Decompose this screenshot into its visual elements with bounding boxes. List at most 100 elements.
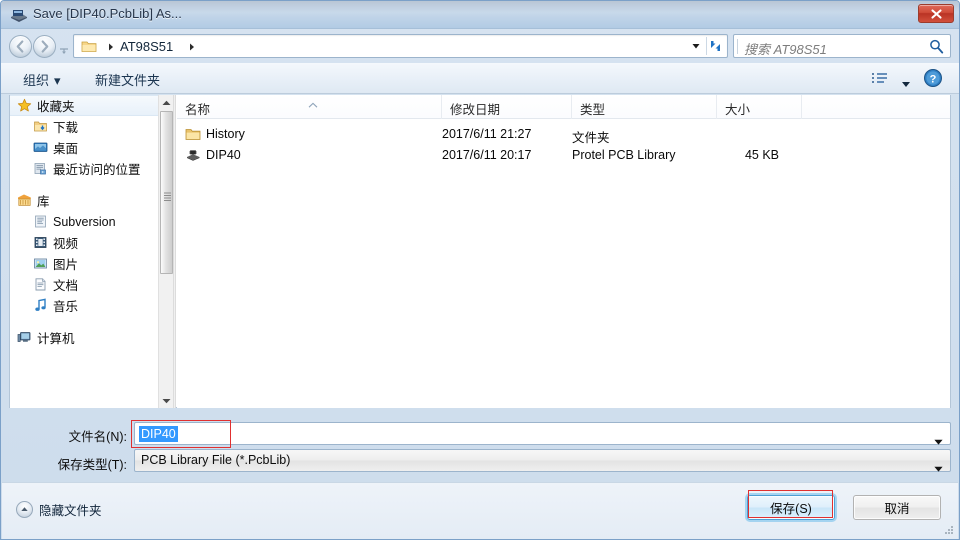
scrollbar-thumb[interactable]	[160, 111, 173, 274]
filename-value[interactable]: DIP40	[139, 426, 178, 442]
computer-icon	[16, 330, 33, 346]
sidebar-item-label: 图片	[53, 258, 79, 272]
file-date: 2017/6/11 21:27	[442, 127, 532, 141]
sidebar-item-label: 下载	[53, 121, 79, 135]
sidebar-item-downloads[interactable]: 下载	[10, 116, 158, 137]
sidebar-item-videos[interactable]: 视频	[10, 232, 158, 253]
dialog-footer: 隐藏文件夹 保存(S) 取消	[2, 482, 958, 539]
navigation-pane: 收藏夹 下载 桌面 最近访问的位置 库 Subversion 视频 图片 文档 …	[10, 95, 173, 408]
pcblib-save-icon	[10, 7, 28, 23]
breadcrumb-separator-icon	[106, 40, 116, 52]
organize-button[interactable]: 组织 ▾	[19, 68, 67, 89]
sidebar-item-computer[interactable]: 计算机	[10, 327, 158, 348]
chevron-down-icon[interactable]	[934, 432, 943, 445]
scroll-down-icon[interactable]	[159, 393, 173, 408]
breadcrumb[interactable]: AT98S51	[120, 39, 173, 54]
back-button[interactable]	[9, 35, 32, 58]
library-icon	[16, 193, 33, 209]
browser-body: 收藏夹 下载 桌面 最近访问的位置 库 Subversion 视频 图片 文档 …	[9, 95, 951, 408]
file-name: DIP40	[206, 148, 241, 162]
sidebar-item-label: Subversion	[53, 214, 116, 229]
chevron-down-icon[interactable]	[934, 459, 943, 472]
chevron-down-icon: ▾	[54, 73, 61, 88]
file-date: 2017/6/11 20:17	[442, 148, 532, 162]
address-bar[interactable]: AT98S51	[73, 34, 728, 58]
save-button[interactable]: 保存(S)	[747, 495, 835, 520]
title-bar: Save [DIP40.PcbLib] As...	[1, 1, 959, 29]
list-view-icon[interactable]	[869, 69, 893, 89]
column-header-date[interactable]: 修改日期	[442, 95, 572, 119]
search-box[interactable]: 搜索 AT98S51	[733, 34, 951, 58]
file-size: 45 KB	[744, 148, 779, 162]
table-row[interactable]: DIP40 2017/6/11 20:17 Protel PCB Library…	[177, 146, 950, 167]
column-header-row: 名称 修改日期 类型 大小	[177, 95, 950, 119]
column-header-size[interactable]: 大小	[717, 95, 802, 119]
address-dropdown-button[interactable]	[687, 35, 705, 57]
help-icon[interactable]: ?	[923, 68, 943, 88]
column-header-empty	[802, 95, 950, 119]
folder-icon	[185, 127, 201, 143]
search-icon[interactable]	[928, 38, 945, 60]
scroll-up-icon[interactable]	[159, 95, 173, 110]
filetype-value: PCB Library File (*.PcbLib)	[141, 453, 291, 467]
downloads-icon	[32, 119, 49, 135]
svg-text:?: ?	[930, 74, 937, 86]
file-type: Protel PCB Library	[572, 148, 676, 162]
filename-label: 文件名(N):	[68, 430, 127, 444]
command-bar: 组织 ▾ 新建文件夹 ?	[1, 63, 959, 94]
sidebar-scrollbar[interactable]	[158, 95, 173, 408]
sidebar-item-favorites[interactable]: 收藏夹	[10, 95, 158, 116]
refresh-button[interactable]	[706, 37, 725, 55]
resize-grip-icon[interactable]	[942, 524, 955, 537]
desktop-icon	[32, 140, 49, 156]
sidebar-item-subversion[interactable]: Subversion	[10, 211, 158, 232]
sidebar-item-label: 最近访问的位置	[53, 163, 141, 177]
file-name: History	[206, 127, 245, 141]
column-header-type[interactable]: 类型	[572, 95, 717, 119]
sidebar-item-label: 库	[37, 195, 50, 209]
scrollbar-grip	[164, 188, 171, 201]
forward-button[interactable]	[33, 35, 56, 58]
sidebar-item-music[interactable]: 音乐	[10, 295, 158, 316]
new-folder-button[interactable]: 新建文件夹	[89, 68, 166, 89]
chevron-up-circle-icon	[16, 500, 33, 518]
sidebar-item-label: 收藏夹	[37, 100, 75, 114]
organize-label: 组织	[23, 73, 50, 88]
filetype-select[interactable]: PCB Library File (*.PcbLib)	[134, 449, 951, 472]
sidebar-item-recent-places[interactable]: 最近访问的位置	[10, 158, 158, 179]
sidebar-item-label: 计算机	[37, 332, 75, 346]
subversion-icon	[32, 214, 49, 230]
pane-splitter[interactable]	[173, 95, 176, 408]
sidebar-item-label: 桌面	[53, 142, 79, 156]
pictures-icon	[32, 256, 49, 272]
file-list-pane: 名称 修改日期 类型 大小 History 2017/6/11 21:27 文件…	[177, 95, 950, 408]
cancel-button[interactable]: 取消	[853, 495, 941, 520]
music-icon	[32, 298, 49, 314]
sidebar-item-documents[interactable]: 文档	[10, 274, 158, 295]
sidebar-item-libraries[interactable]: 库	[10, 190, 158, 211]
chevron-down-icon[interactable]	[901, 75, 911, 87]
close-button[interactable]	[918, 4, 954, 23]
star-icon	[16, 98, 33, 114]
sidebar-item-label: 音乐	[53, 300, 79, 314]
filetype-label: 保存类型(T):	[57, 458, 127, 472]
navigation-bar: AT98S51 搜索 AT98S51	[1, 30, 959, 63]
sort-ascending-icon	[307, 96, 319, 108]
folder-icon	[81, 39, 97, 58]
new-folder-label: 新建文件夹	[95, 73, 161, 88]
window-title: Save [DIP40.PcbLib] As...	[33, 6, 182, 21]
save-as-dialog: Save [DIP40.PcbLib] As... AT98S51 搜索 AT9…	[0, 0, 960, 540]
search-input[interactable]: 搜索 AT98S51	[744, 39, 827, 58]
breadcrumb-separator-icon[interactable]	[187, 40, 197, 52]
sidebar-item-pictures[interactable]: 图片	[10, 253, 158, 274]
hide-folders-button[interactable]: 隐藏文件夹	[16, 499, 102, 519]
file-type: 文件夹	[572, 131, 610, 145]
recent-locations-button[interactable]	[59, 42, 69, 54]
hide-folders-label: 隐藏文件夹	[39, 503, 102, 518]
table-row[interactable]: History 2017/6/11 21:27 文件夹	[177, 125, 950, 146]
filename-input[interactable]: DIP40	[134, 422, 951, 445]
sidebar-item-desktop[interactable]: 桌面	[10, 137, 158, 158]
recent-places-icon	[32, 161, 49, 177]
save-button-label: 保存(S)	[770, 502, 812, 516]
